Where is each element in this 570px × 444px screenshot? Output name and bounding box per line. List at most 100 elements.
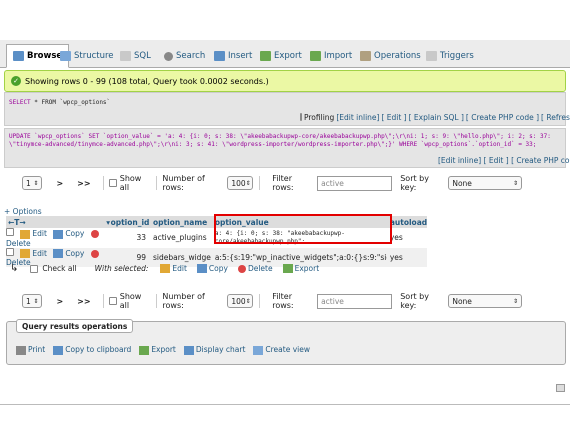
copy-icon <box>196 264 207 274</box>
header-label: autoload <box>389 217 428 227</box>
cell-autoload[interactable]: yes <box>387 228 427 248</box>
edit-link[interactable]: [ Edit ] <box>381 113 406 122</box>
rows-value: 100 <box>231 296 246 306</box>
tab-operations[interactable]: Operations <box>354 44 427 68</box>
explain-sql-link[interactable]: [ Explain SQL ] <box>409 113 464 122</box>
options-link[interactable]: + Options <box>4 207 42 216</box>
create-php-link[interactable]: [ Create PHP code ] <box>511 156 570 165</box>
bulk-delete-button[interactable]: Delete <box>237 264 273 273</box>
triggers-icon <box>426 51 437 61</box>
tab-insert[interactable]: Insert <box>208 44 258 68</box>
cell-option-name[interactable]: active_plugins <box>150 228 211 248</box>
filter-label: Filter rows: <box>272 174 294 192</box>
tab-label: Operations <box>374 51 421 61</box>
next-page-button[interactable]: > <box>56 179 63 188</box>
insert-icon <box>214 51 225 61</box>
sort-select[interactable]: None ⇕ <box>448 176 523 190</box>
edit-label: Edit <box>32 229 47 238</box>
dropdown-arrow-icon[interactable]: ▾ <box>106 218 110 227</box>
tab-label: Structure <box>74 51 114 61</box>
bulk-edit-button[interactable]: Edit <box>160 264 187 274</box>
copy-action[interactable]: Copy <box>53 229 84 239</box>
delete-icon <box>90 249 99 258</box>
filter-label: Filter rows: <box>272 292 294 310</box>
sort-value: None <box>452 296 472 306</box>
tab-triggers[interactable]: Triggers <box>420 44 480 68</box>
check-all-checkbox[interactable] <box>30 264 39 273</box>
console-icon[interactable] <box>556 384 565 392</box>
rows-select[interactable]: 100 ⇕ <box>227 294 254 308</box>
row-checkbox[interactable] <box>6 228 14 236</box>
page-divider <box>0 404 570 405</box>
tab-structure[interactable]: Structure <box>54 44 120 68</box>
tab-label: SQL <box>134 51 151 61</box>
cell-option-id[interactable]: 33 <box>110 228 150 248</box>
copy-clipboard-label: Copy to clipboard <box>65 345 132 354</box>
edit-action[interactable]: Edit <box>20 249 47 258</box>
create-view-label: Create view <box>265 345 310 354</box>
search-icon <box>164 51 173 61</box>
column-arrows[interactable]: ←T→ ▾ <box>6 216 110 228</box>
create-view-button[interactable]: Create view <box>253 345 310 355</box>
operations-icon <box>360 51 371 61</box>
show-all-checkbox[interactable] <box>109 297 117 305</box>
bulk-copy-button[interactable]: Copy <box>196 263 228 274</box>
sort-label: Sort by key: <box>400 292 429 310</box>
sql-keyword: SELECT <box>9 99 31 106</box>
update-query-line: \"tinymce-advanced/tinymce-advanced.php\… <box>9 141 537 148</box>
update-links-bar: [Edit inline] [ Edit ] [ Create PHP code… <box>438 156 570 165</box>
success-message: ✓ Showing rows 0 - 99 (108 total, Query … <box>4 70 566 92</box>
page-value: 1 <box>26 296 31 306</box>
header-autoload[interactable]: autoload <box>387 216 427 228</box>
tab-label: Import <box>324 51 353 61</box>
tab-sql[interactable]: SQL <box>114 44 157 68</box>
tab-export[interactable]: Export <box>254 44 308 68</box>
tab-bar: Browse Structure SQL Search Insert Expor… <box>0 40 570 68</box>
refresh-link[interactable]: [ Refresh ] <box>541 113 570 122</box>
print-button[interactable]: Print <box>16 345 45 355</box>
header-option-id[interactable]: option_id <box>110 216 150 228</box>
sort-select[interactable]: None ⇕ <box>448 294 523 308</box>
sql-icon <box>120 51 131 61</box>
filter-input[interactable]: active <box>317 293 393 309</box>
page-select[interactable]: 1 ⇕ <box>22 294 43 308</box>
bulk-export-button[interactable]: Export <box>282 264 319 274</box>
last-page-button[interactable]: >> <box>77 179 90 188</box>
check-all-label[interactable]: Check all <box>42 264 76 273</box>
pencil-icon <box>20 229 31 239</box>
edit-link[interactable]: [ Edit ] <box>484 156 509 165</box>
page-select[interactable]: 1 ⇕ <box>22 176 43 190</box>
spinner-icon: ⇕ <box>33 297 39 305</box>
display-chart-button[interactable]: Display chart <box>183 345 245 355</box>
print-icon <box>16 345 26 355</box>
last-page-button[interactable]: >> <box>77 297 90 306</box>
filter-input[interactable]: active <box>317 175 393 191</box>
rows-label: Number of rows: <box>162 292 205 310</box>
rows-select[interactable]: 100 ⇕ <box>227 176 254 190</box>
edit-inline-link[interactable]: [Edit inline] <box>438 156 481 165</box>
export-icon <box>282 264 293 274</box>
row-checkbox[interactable] <box>6 247 14 256</box>
profiling-checkbox[interactable] <box>300 113 302 121</box>
highlight-box <box>214 214 392 244</box>
export-icon <box>139 345 150 355</box>
next-page-button[interactable]: > <box>56 297 63 306</box>
tab-import[interactable]: Import <box>304 44 358 68</box>
tab-search[interactable]: Search <box>158 44 211 68</box>
rows-value: 100 <box>231 178 246 188</box>
spinner-icon: ⇕ <box>245 297 251 305</box>
bulk-copy-label: Copy <box>208 263 228 273</box>
header-option-name[interactable]: option_name <box>150 216 211 228</box>
show-all-label: Show all <box>119 292 142 310</box>
cell-autoload[interactable]: yes <box>387 248 427 268</box>
edit-inline-link[interactable]: [Edit inline] <box>336 113 379 122</box>
copy-action[interactable]: Copy <box>53 249 84 258</box>
copy-icon <box>53 229 64 239</box>
operations-legend: Query results operations <box>16 319 134 333</box>
ops-export-button[interactable]: Export <box>139 345 176 355</box>
copy-clipboard-button[interactable]: Copy to clipboard <box>53 345 131 355</box>
rows-label: Number of rows: <box>162 174 205 192</box>
create-php-link[interactable]: [ Create PHP code ] <box>466 113 539 122</box>
edit-action[interactable]: Edit <box>20 229 47 239</box>
show-all-checkbox[interactable] <box>109 179 117 187</box>
